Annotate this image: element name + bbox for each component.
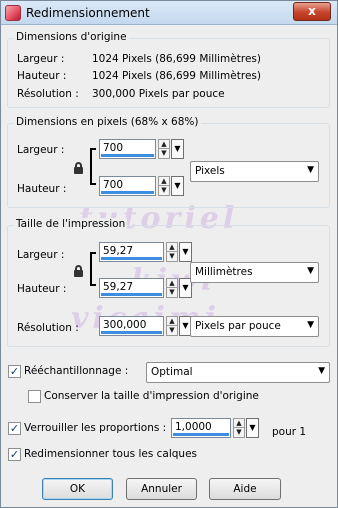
spin-down-icon[interactable]: ▼ [167, 252, 177, 261]
spin-up-icon[interactable]: ▲ [167, 317, 177, 326]
keep-print-size-label: Conserver la taille d'impression d'origi… [44, 390, 259, 402]
all-layers-label: Redimensionner tous les calques [24, 448, 198, 460]
print-unit-select[interactable]: Millimètres ▼ [190, 262, 319, 283]
chevron-down-icon: ▼ [307, 165, 314, 175]
pixel-width-input[interactable]: 700 [99, 139, 156, 159]
original-dimensions-group: Dimensions d'origine Largeur : 1024 Pixe… [7, 31, 330, 108]
title-bar[interactable]: Redimensionnement x [1, 1, 337, 25]
chevron-down-icon: ▼ [307, 266, 314, 276]
pixel-width-dropdown[interactable]: ▼ [171, 139, 184, 159]
spin-up-icon[interactable]: ▲ [159, 140, 169, 149]
lock-icon [74, 162, 83, 174]
lock-ratio-label: Verrouiller les proportions : [24, 422, 167, 434]
print-height-spinner[interactable]: ▲ ▼ [166, 278, 178, 298]
pixel-dimensions-legend: Dimensions en pixels (68% x 68%) [14, 116, 201, 128]
close-button[interactable]: x [293, 2, 331, 21]
spin-up-icon[interactable]: ▲ [167, 243, 177, 252]
chevron-down-icon: ▼ [174, 144, 181, 153]
spin-down-icon[interactable]: ▼ [167, 288, 177, 297]
keep-print-size-checkbox[interactable] [28, 390, 41, 403]
spin-up-icon[interactable]: ▲ [167, 279, 177, 288]
print-resolution-label: Résolution : [17, 322, 79, 334]
chevron-down-icon: ▼ [174, 181, 181, 190]
spin-down-icon[interactable]: ▼ [167, 326, 177, 335]
pixel-width-spinner[interactable]: ▲ ▼ [158, 139, 170, 159]
chevron-down-icon: ▼ [182, 321, 189, 330]
spin-up-icon[interactable]: ▲ [159, 177, 169, 186]
all-layers-checkbox[interactable]: ✓ [8, 448, 21, 461]
original-height-label: Hauteur : [17, 70, 67, 82]
print-size-group: Taille de l'impression Largeur : Hauteur… [7, 218, 330, 347]
resample-checkbox[interactable]: ✓ [8, 365, 21, 378]
original-dimensions-legend: Dimensions d'origine [14, 31, 129, 43]
print-width-input[interactable]: 59,27 [99, 242, 164, 262]
print-resolution-unit-select[interactable]: Pixels par pouce ▼ [190, 316, 319, 337]
pixel-unit-select[interactable]: Pixels ▼ [190, 161, 319, 182]
print-width-dropdown[interactable]: ▼ [179, 242, 192, 262]
print-height-label: Hauteur : [17, 283, 67, 295]
spin-down-icon[interactable]: ▼ [159, 149, 169, 158]
lock-icon [74, 265, 83, 277]
pixel-height-input[interactable]: 700 [99, 176, 156, 196]
print-height-input[interactable]: 59,27 [99, 278, 164, 298]
lock-ratio-suffix: pour 1 [272, 426, 307, 438]
resample-label: Rééchantillonnage : [24, 365, 129, 377]
print-resolution-input[interactable]: 300,000 [99, 316, 164, 336]
cancel-button[interactable]: Annuler [126, 478, 197, 500]
pixel-height-spinner[interactable]: ▲ ▼ [158, 176, 170, 196]
lock-ratio-spinner[interactable]: ▲ ▼ [233, 418, 245, 438]
lock-ratio-input[interactable]: 1,0000 [171, 418, 231, 438]
original-height-value: 1024 Pixels (86,699 Millimètres) [92, 70, 261, 82]
print-resolution-spinner[interactable]: ▲ ▼ [166, 316, 178, 336]
app-icon [5, 5, 21, 21]
print-width-label: Largeur : [17, 249, 65, 261]
original-resolution-label: Résolution : [17, 88, 79, 100]
lock-ratio-checkbox[interactable]: ✓ [8, 422, 21, 435]
pixel-height-label: Hauteur : [17, 183, 67, 195]
lock-ratio-dropdown[interactable]: ▼ [246, 418, 259, 438]
resize-dialog: Redimensionnement x tutoriel kiwi vicaim… [0, 0, 338, 508]
original-resolution-value: 300,000 Pixels par pouce [92, 88, 225, 100]
pixel-dimensions-group: Dimensions en pixels (68% x 68%) Largeur… [7, 116, 330, 208]
print-size-legend: Taille de l'impression [14, 218, 128, 230]
pixel-chain-bracket [90, 148, 96, 185]
print-width-spinner[interactable]: ▲ ▼ [166, 242, 178, 262]
chevron-down-icon: ▼ [182, 283, 189, 292]
original-width-value: 1024 Pixels (86,699 Millimètres) [92, 53, 261, 65]
window-title: Redimensionnement [26, 6, 150, 20]
help-button[interactable]: Aide [209, 478, 281, 500]
resample-method-select[interactable]: Optimal ▼ [146, 362, 330, 383]
pixel-width-label: Largeur : [17, 144, 65, 156]
original-width-label: Largeur : [17, 53, 65, 65]
chevron-down-icon: ▼ [182, 247, 189, 256]
pixel-height-dropdown[interactable]: ▼ [171, 176, 184, 196]
chevron-down-icon: ▼ [318, 366, 325, 376]
spin-up-icon[interactable]: ▲ [234, 419, 244, 428]
spin-down-icon[interactable]: ▼ [234, 428, 244, 437]
ok-button[interactable]: OK [42, 478, 113, 500]
spin-down-icon[interactable]: ▼ [159, 186, 169, 195]
print-chain-bracket [90, 252, 96, 286]
chevron-down-icon: ▼ [249, 423, 256, 432]
chevron-down-icon: ▼ [307, 320, 314, 330]
